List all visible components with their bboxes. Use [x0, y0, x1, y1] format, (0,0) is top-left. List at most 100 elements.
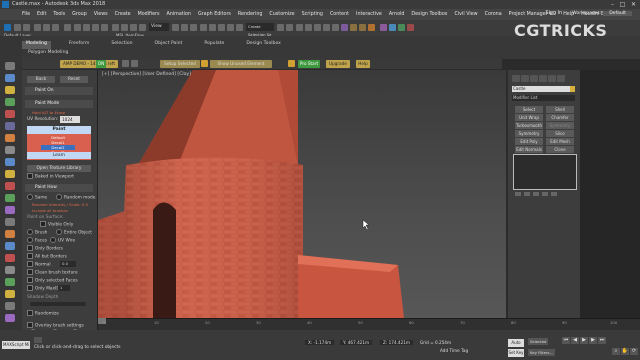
align-icon[interactable] [286, 24, 293, 31]
radio-icon[interactable] [56, 194, 62, 200]
object-color-swatch[interactable] [570, 86, 575, 92]
z-coordinate[interactable]: Z: 174.421m [380, 340, 414, 345]
undo-icon[interactable] [14, 24, 21, 31]
normal-input[interactable]: 0.0 [60, 261, 76, 267]
modify-tab-icon[interactable] [521, 75, 529, 82]
strip-icon-9[interactable] [5, 170, 15, 178]
brush-option[interactable]: Brush [27, 229, 47, 236]
menu-edit[interactable]: Edit [37, 12, 46, 17]
only-maxid-checkbox[interactable]: Only MaxID [27, 285, 60, 292]
plugin-icon-b[interactable] [398, 24, 405, 31]
faces-option[interactable]: Faces [27, 237, 47, 244]
maximize-button[interactable]: □ [618, 1, 627, 8]
pin-stack-icon[interactable] [515, 192, 521, 196]
layer-explorer-icon[interactable] [305, 24, 312, 31]
modifier-button[interactable]: Symmetry [546, 122, 574, 129]
menu-modifiers[interactable]: Modifiers [138, 12, 160, 17]
checkbox-icon[interactable] [27, 269, 33, 275]
workspace-value[interactable]: Default [603, 11, 632, 16]
menu-animation[interactable]: Animation [167, 12, 191, 17]
all-but-borders-checkbox[interactable]: All but Borders [27, 253, 67, 260]
percent-snap-icon[interactable] [218, 24, 225, 31]
menu-rendering[interactable]: Rendering [238, 12, 263, 17]
pan-icon[interactable]: ✋ [621, 348, 629, 355]
pro-start-button[interactable]: Pro Start [298, 60, 320, 68]
selection-lock-icon[interactable] [34, 337, 42, 343]
tab-freeform[interactable]: Freeform [65, 41, 93, 49]
select-object-icon[interactable] [74, 24, 81, 31]
tab-object-paint[interactable]: Object Paint [151, 41, 187, 49]
strip-icon-1[interactable] [5, 74, 15, 82]
help-button[interactable]: Help [356, 60, 370, 68]
modifier-button[interactable]: Clone [546, 146, 574, 153]
checkbox-icon[interactable] [27, 245, 33, 251]
strip-icon-15[interactable] [5, 242, 15, 250]
strip-icon-10[interactable] [5, 182, 15, 190]
bind-space-warp-icon[interactable] [52, 24, 59, 31]
redo-icon[interactable] [23, 24, 30, 31]
viewport-label[interactable]: [+] [Perspective] [User Defined] [Clay] [102, 72, 191, 77]
radio-icon[interactable] [27, 194, 33, 200]
remove-modifier-icon[interactable] [542, 192, 548, 196]
minimize-button[interactable]: – [608, 1, 617, 8]
strip-icon-11[interactable] [5, 194, 15, 202]
selected-dropdown[interactable]: Selected [528, 338, 549, 345]
plugin-icon-a[interactable] [389, 24, 396, 31]
next-frame-icon[interactable]: ▶ [589, 337, 597, 344]
modifier-button[interactable]: Shell [546, 106, 574, 113]
entire-object-option[interactable]: Entire Object [56, 229, 92, 236]
strip-icon-13[interactable] [5, 218, 15, 226]
rect-selection-icon[interactable] [92, 24, 99, 31]
tab-populate[interactable]: Populate [200, 41, 228, 49]
y-coordinate[interactable]: Y: 467.421m [340, 340, 373, 345]
setup-selected-button[interactable]: Setup Selected Element [160, 60, 200, 74]
menu-interactive[interactable]: Interactive [356, 12, 382, 17]
utilities-tab-icon[interactable] [557, 75, 565, 82]
show-end-result-icon[interactable] [524, 192, 530, 196]
mirror-icon[interactable] [277, 24, 284, 31]
checkbox-icon[interactable] [27, 277, 33, 283]
radio-icon[interactable] [27, 237, 33, 243]
strip-icon-2[interactable] [5, 86, 15, 94]
snaps-toggle-icon[interactable] [200, 24, 207, 31]
material-editor-icon[interactable] [341, 24, 348, 31]
menu-content[interactable]: Content [330, 12, 349, 17]
x-value[interactable]: X: -1.174m [305, 340, 335, 345]
same-option[interactable]: Same [27, 194, 47, 201]
menu-civil-view[interactable]: Civil View [454, 12, 477, 17]
render-setup-icon[interactable] [350, 24, 357, 31]
placement-icon[interactable] [139, 24, 146, 31]
menu-views[interactable]: Views [94, 12, 108, 17]
paint-button[interactable]: Paint [27, 126, 91, 134]
modifier-button[interactable]: Edit Mesh [546, 138, 574, 145]
go-to-end-icon[interactable]: ⏭ [598, 337, 606, 344]
checkbox-icon[interactable] [27, 322, 33, 328]
clean-brush-checkbox[interactable]: Clean brush texture [27, 269, 78, 276]
open-texture-library-button[interactable]: Open Texture Library [27, 165, 91, 172]
spinner-snap-icon[interactable] [227, 24, 234, 31]
auto-key-button[interactable]: Auto Key [508, 339, 524, 353]
display-tab-icon[interactable] [548, 75, 556, 82]
angle-snap-icon[interactable] [209, 24, 216, 31]
modifier-button[interactable]: Slice [546, 130, 574, 137]
viewport-layout-icon[interactable] [5, 62, 15, 70]
menu-graph-editors[interactable]: Graph Editors [198, 12, 231, 17]
link-icon[interactable] [34, 24, 41, 31]
radio-icon[interactable] [27, 229, 33, 235]
strip-icon-5[interactable] [5, 122, 15, 130]
app-menu-icon[interactable] [4, 24, 11, 31]
baked-in-viewport-checkbox[interactable]: Baked in Viewport [27, 173, 74, 180]
checkbox-icon[interactable] [27, 285, 33, 291]
uv-wire-option[interactable]: UV Wire [50, 237, 75, 244]
lock-icon[interactable] [201, 60, 208, 67]
window-crossing-icon[interactable] [101, 24, 108, 31]
strip-icon-4[interactable] [5, 110, 15, 118]
shadow-depth-slider[interactable] [30, 302, 86, 306]
menu-create[interactable]: Create [115, 12, 131, 17]
modifier-button[interactable]: Turbosmooth [515, 122, 543, 129]
move-icon[interactable] [112, 24, 119, 31]
modifier-button[interactable]: Chamfer [546, 114, 574, 121]
modifier-list-dropdown[interactable]: Modifier List [512, 95, 575, 101]
create-tab-icon[interactable] [512, 75, 520, 82]
workspace-selector[interactable]: Workspaces: Default [572, 11, 632, 16]
